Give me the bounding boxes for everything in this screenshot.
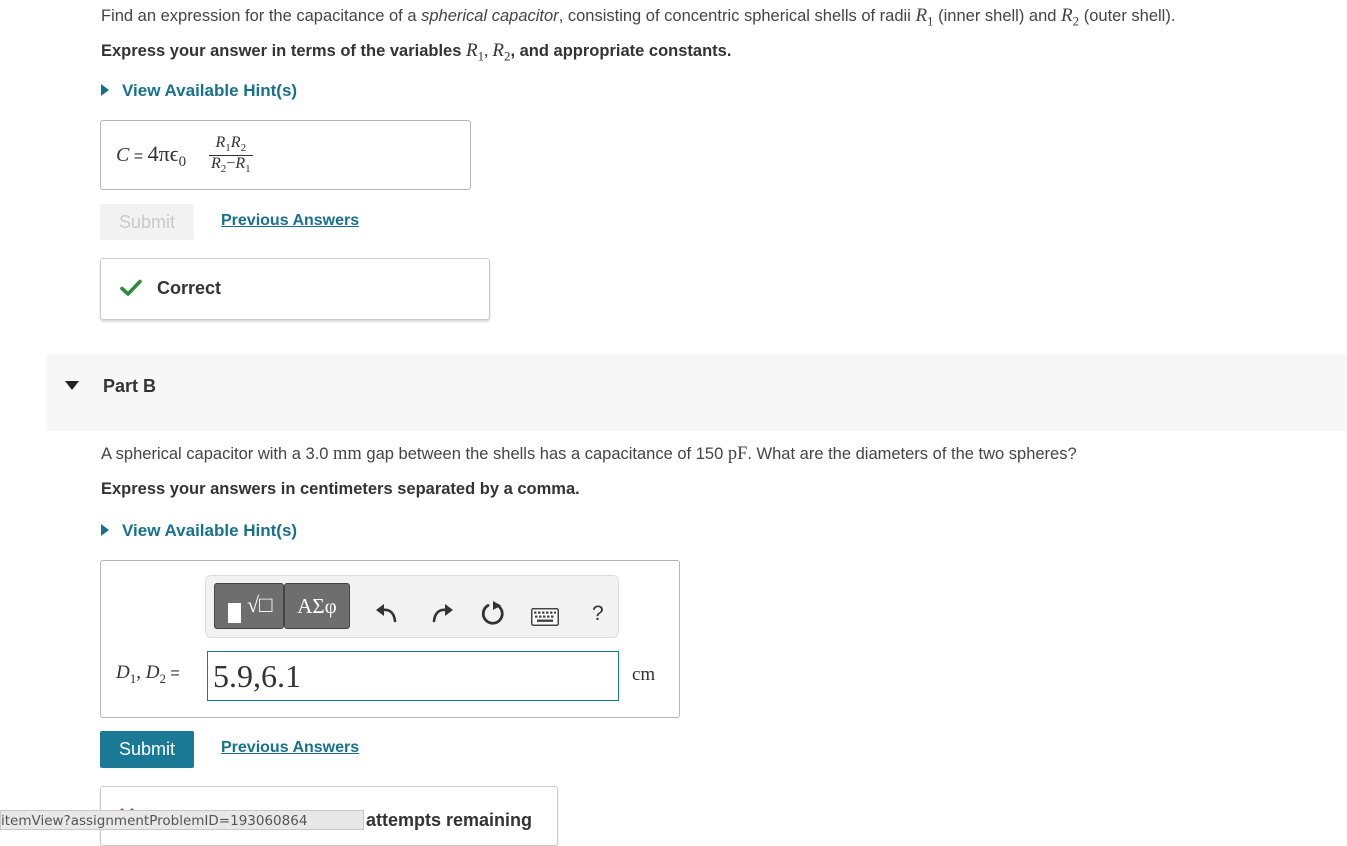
- attempts-remaining-text: attempts remaining: [366, 810, 533, 830]
- part-a-feedback-box: Correct: [100, 258, 490, 320]
- redo-icon[interactable]: [430, 603, 454, 623]
- part-a-answer-expression: C = 4πϵ0: [116, 141, 187, 170]
- templates-button[interactable]: √□: [214, 583, 284, 629]
- feedback-correct-text: Correct: [157, 278, 222, 298]
- template-block-icon: [228, 603, 241, 623]
- part-a-previous-answers-link[interactable]: Previous Answers: [221, 212, 359, 230]
- browser-status-url: itemView?assignmentProblemID=193060864: [0, 810, 364, 830]
- caret-right-icon: [101, 84, 109, 96]
- part-b-header[interactable]: Part B: [46, 354, 1347, 431]
- part-b-previous-answers-link[interactable]: Previous Answers: [221, 739, 359, 757]
- part-b-answer-input[interactable]: 5.9,6.1: [207, 651, 619, 701]
- part-a-hint-toggle[interactable]: View Available Hint(s): [101, 81, 297, 101]
- help-button[interactable]: ?: [592, 602, 604, 626]
- part-b-title: Part B: [103, 376, 157, 396]
- part-b-answer-label: D1, D2 =: [116, 662, 180, 686]
- part-a-answer-fraction: R1R2 R2−R1: [209, 134, 253, 177]
- part-b-instruction: Express your answers in centimeters sepa…: [101, 480, 580, 498]
- fraction-numerator: R1R2: [209, 134, 253, 157]
- part-b-question: A spherical capacitor with a 3.0 mm gap …: [101, 444, 1077, 464]
- part-b-submit-button[interactable]: Submit: [100, 731, 194, 768]
- part-b-hint-toggle[interactable]: View Available Hint(s): [101, 521, 297, 541]
- part-a-submit-button[interactable]: Submit: [100, 204, 194, 240]
- part-a-answer-box: C = 4πϵ0 R1R2 R2−R1: [100, 120, 471, 190]
- caret-right-icon: [101, 524, 109, 536]
- keyboard-icon[interactable]: [531, 608, 559, 626]
- fraction-denominator: R2−R1: [211, 155, 251, 176]
- checkmark-icon: [120, 279, 142, 296]
- math-toolbar: √□ ΑΣφ ?: [205, 575, 619, 638]
- caret-down-icon: [65, 381, 79, 390]
- part-a-instruction: Express your answer in terms of the vari…: [101, 40, 732, 64]
- part-b-unit-label: cm: [632, 664, 656, 685]
- part-a-question: Find an expression for the capacitance o…: [101, 5, 1176, 29]
- undo-icon[interactable]: [375, 603, 399, 623]
- sqrt-icon: √□: [247, 592, 273, 617]
- reset-icon[interactable]: [480, 601, 506, 627]
- symbols-button[interactable]: ΑΣφ: [284, 583, 350, 629]
